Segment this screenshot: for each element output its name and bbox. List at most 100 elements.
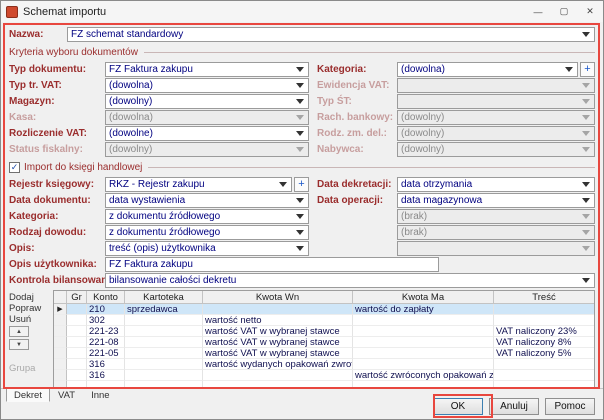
row-selector [54,337,67,348]
rozliczenie-vat-select[interactable]: (dowolne) [105,126,309,141]
schemat-importu-dialog: Schemat importu — ▢ ✕ Nazwa: FZ schemat … [0,0,604,420]
typ-dokumentu-select[interactable]: FZ Faktura zakupu [105,62,309,77]
decree-table[interactable]: Gr Konto Kartoteka Kwota Wn Kwota Ma Tre… [53,290,595,388]
chevron-down-icon [582,230,590,235]
cell-gr [67,315,87,326]
close-button[interactable]: ✕ [577,1,603,22]
rodzaj-dowodu-secondary-select: (brak) [397,225,595,240]
data-dekretacji-select[interactable]: data otrzymania [397,177,595,192]
column-header-kartoteka: Kartoteka [125,291,203,304]
plus-icon: + [584,63,590,75]
minimize-button[interactable]: — [525,1,551,22]
opis-uzytkownika-input[interactable]: FZ Faktura zakupu [105,257,439,272]
move-down-button[interactable]: ▼ [9,339,29,350]
data-dokumentu-value: data wystawienia [109,195,185,206]
row-selector [54,381,67,388]
rejestr-ksiegowy-select[interactable]: RKZ - Rejestr zakupu [105,177,292,192]
cell-konto: 210 [87,304,125,315]
maximize-button[interactable]: ▢ [551,1,577,22]
help-button[interactable]: Pomoc [545,398,595,415]
rach-bankowy-select: (dowolny) [397,110,595,125]
chevron-down-icon [296,198,304,203]
cell-kartoteka [125,370,203,381]
maximize-icon: ▢ [560,6,569,17]
move-up-button[interactable]: ▲ [9,326,29,337]
chevron-down-icon [582,83,590,88]
cell-kwota-ma: wartość zwróconych opakowań zwrotnych [353,370,494,381]
delete-row-button[interactable]: Usuń [9,314,51,325]
chevron-down-icon [582,214,590,219]
chevron-down-icon [582,182,590,187]
table-row[interactable]: 316 wartość wydanych opakowań zwrotnych [54,359,594,370]
column-header-kwota-ma: Kwota Ma [353,291,494,304]
table-row[interactable]: 316 wartość zwróconych opakowań zwrotnyc… [54,370,594,381]
magazyn-select[interactable]: (dowolny) [105,94,309,109]
cell-gr [67,359,87,370]
name-select[interactable]: FZ schemat standardowy [67,27,595,42]
criteria-section-header: Kryteria wyboru dokumentów [9,46,595,58]
data-operacji-select[interactable]: data magazynowa [397,193,595,208]
cell-empty [87,381,125,388]
rozliczenie-vat-value: (dowolne) [109,128,153,139]
row-selector [54,315,67,326]
cell-kwota-ma [353,326,494,337]
rodzaj-dowodu-select[interactable]: z dokumentu źródłowego [105,225,309,240]
add-row-button[interactable]: Dodaj [9,292,51,303]
row-selector [54,348,67,359]
typ-tr-vat-select[interactable]: (dowolna) [105,78,309,93]
column-header-kwota-wn: Kwota Wn [203,291,353,304]
row-selector [54,370,67,381]
opis-uzytkownika-value: FZ Faktura zakupu [109,259,193,270]
cell-gr [67,370,87,381]
data-operacji-value: data magazynowa [401,195,482,206]
tab-vat[interactable]: VAT [50,388,83,402]
cell-kartoteka [125,337,203,348]
table-row[interactable]: 221-23 wartość VAT w wybranej stawce VAT… [54,326,594,337]
cancel-button[interactable]: Anuluj [489,398,539,415]
status-fiskalny-label: Status fiskalny: [9,144,105,155]
kontrola-bilansowania-select[interactable]: bilansowanie całości dekretu [105,273,595,288]
kategoria-select[interactable]: (dowolna) [397,62,578,77]
table-row[interactable]: 221-08 wartość VAT w wybranej stawce VAT… [54,337,594,348]
kategoria-label: Kategoria: [317,64,397,75]
ewidencja-vat-select [397,78,595,93]
chevron-down-icon [582,147,590,152]
tab-inne[interactable]: Inne [83,388,118,402]
table-row[interactable]: 221-05 wartość VAT w wybranej stawce VAT… [54,348,594,359]
cell-konto: 316 [87,370,125,381]
section-divider [148,167,595,168]
cell-gr [67,337,87,348]
data-dokumentu-label: Data dokumentu: [9,195,105,206]
chevron-down-icon [582,115,590,120]
cell-kwota-wn [203,370,353,381]
edit-row-button[interactable]: Popraw [9,303,51,314]
data-dokumentu-select[interactable]: data wystawienia [105,193,309,208]
opis-select[interactable]: treść (opis) użytkownika [105,241,309,256]
chevron-down-icon [582,198,590,203]
data-dekretacji-label: Data dekretacji: [317,179,397,190]
table-row[interactable]: 302 wartość netto [54,315,594,326]
ok-button[interactable]: OK [433,398,483,415]
magazyn-label: Magazyn: [9,96,105,107]
table-side-buttons: Dodaj Popraw Usuń ▲ ▼ Grupa [9,290,51,388]
cell-kwota-wn: wartość VAT w wybranej stawce [203,337,353,348]
import-ksiega-checkbox[interactable]: ✓ [9,162,20,173]
status-fiskalny-value: (dowolny) [109,144,152,155]
kasa-value: (dowolna) [109,112,153,123]
status-fiskalny-select: (dowolny) [105,142,309,157]
cell-empty [494,381,594,388]
section-divider [144,52,595,53]
table-row[interactable]: ▶ 210 sprzedawca wartość do zapłaty [54,304,594,315]
chevron-down-icon [582,32,590,37]
nabywca-label: Nabywca: [317,144,397,155]
column-header-konto: Konto [87,291,125,304]
kategoria-dekretu-value: z dokumentu źródłowego [109,211,220,222]
row-selector-icon: ▶ [54,304,67,315]
add-rejestr-button[interactable]: + [294,177,309,192]
data-operacji-label: Data operacji: [317,195,397,206]
tab-dekret[interactable]: Dekret [6,388,50,402]
kategoria-dekretu-select[interactable]: z dokumentu źródłowego [105,209,309,224]
titlebar: Schemat importu — ▢ ✕ [1,1,603,22]
add-kategoria-button[interactable]: + [580,62,595,77]
cell-kwota-ma [353,337,494,348]
